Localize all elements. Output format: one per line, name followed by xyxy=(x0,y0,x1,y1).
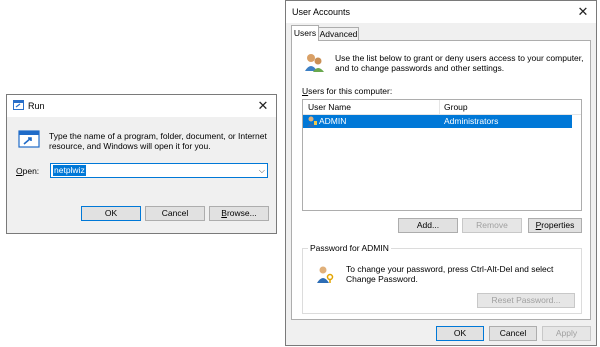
run-app-icon xyxy=(13,100,24,110)
run-title: Run xyxy=(28,101,45,111)
open-input-value[interactable]: netplwiz xyxy=(53,165,86,176)
ua-cancel-button[interactable]: Cancel xyxy=(489,326,537,341)
ua-close-icon[interactable]: ✕ xyxy=(574,3,592,21)
password-instructions: To change your password, press Ctrl-Alt-… xyxy=(346,264,554,284)
run-browse-button[interactable]: Browse... xyxy=(209,206,269,221)
run-ok-button[interactable]: OK xyxy=(81,206,141,221)
row-group: Administrators xyxy=(444,116,499,126)
ua-titlebar: User Accounts ✕ xyxy=(286,1,596,23)
users-group-icon xyxy=(303,51,325,73)
run-dialog: Run ✕ Type the name of a program, folder… xyxy=(6,94,277,234)
run-close-icon[interactable]: ✕ xyxy=(254,97,272,115)
ua-ok-button[interactable]: OK xyxy=(436,326,484,341)
run-titlebar: Run ✕ xyxy=(7,95,276,117)
open-combobox[interactable]: netplwiz ⌵ xyxy=(50,163,268,178)
properties-button[interactable]: Properties xyxy=(528,218,582,233)
ua-apply-button[interactable]: Apply xyxy=(542,326,591,341)
table-row[interactable]: ADMIN Administrators xyxy=(303,115,572,128)
row-user-name: ADMIN xyxy=(319,116,347,126)
tab-users[interactable]: Users xyxy=(291,25,319,41)
chevron-down-icon[interactable]: ⌵ xyxy=(259,164,265,177)
key-user-icon xyxy=(315,264,335,284)
users-tab-panel: Use the list below to grant or deny user… xyxy=(291,40,591,320)
run-large-icon xyxy=(18,130,40,150)
user-icon xyxy=(306,115,318,127)
password-group-title: Password for ADMIN xyxy=(308,243,391,253)
users-for-computer-label: Users for this computer: xyxy=(302,86,393,96)
open-label: Open: xyxy=(16,166,40,176)
add-button[interactable]: Add... xyxy=(398,218,458,233)
password-group: Password for ADMIN To change your passwo… xyxy=(302,243,582,314)
tab-advanced[interactable]: Advanced xyxy=(319,27,359,41)
ua-title: User Accounts xyxy=(292,7,351,17)
users-list[interactable]: User Name Group ADMIN Administrators xyxy=(302,99,582,211)
users-intro-text: Use the list below to grant or deny user… xyxy=(335,53,584,73)
run-description: Type the name of a program, folder, docu… xyxy=(49,131,267,151)
tab-advanced-label: Advanced xyxy=(319,29,358,39)
column-header-user-name[interactable]: User Name xyxy=(308,102,351,112)
column-divider xyxy=(439,100,440,114)
tab-users-label: Users xyxy=(293,28,317,38)
column-header-group[interactable]: Group xyxy=(444,102,468,112)
list-header: User Name Group xyxy=(303,100,581,115)
remove-button[interactable]: Remove xyxy=(462,218,522,233)
reset-password-button[interactable]: Reset Password... xyxy=(477,293,575,308)
user-accounts-dialog: User Accounts ✕ Users Advanced Use the l… xyxy=(285,0,597,346)
run-cancel-button[interactable]: Cancel xyxy=(145,206,205,221)
